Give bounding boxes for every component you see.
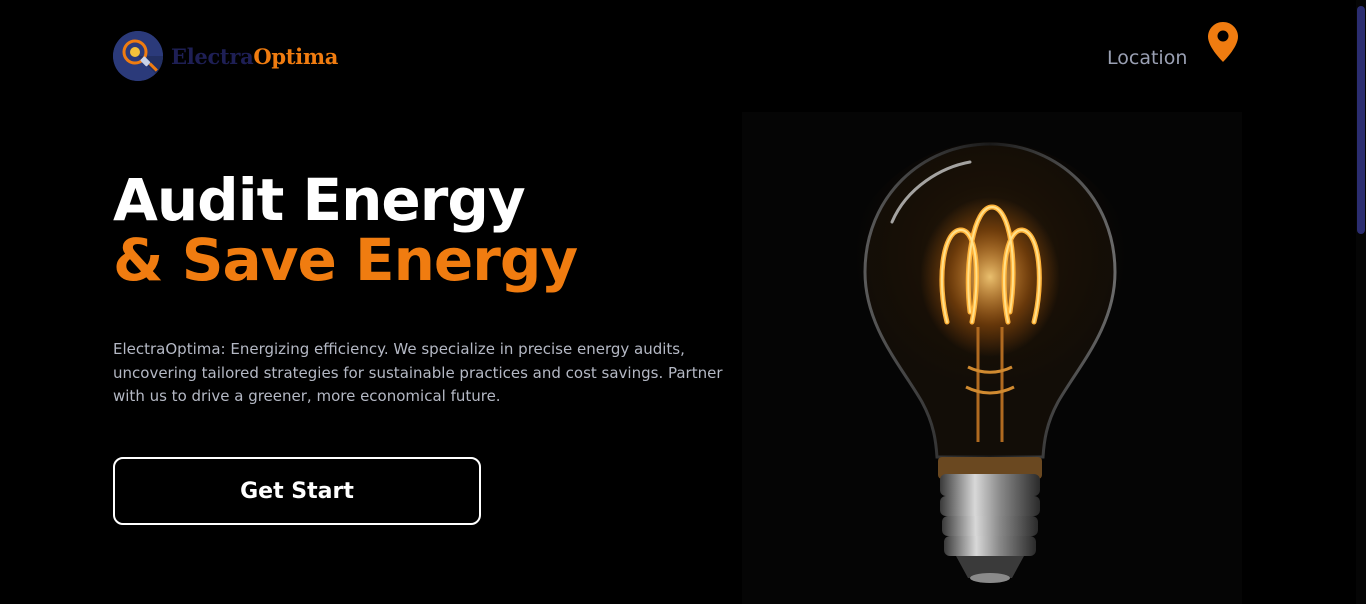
brand-logo[interactable]: ElectraOptima — [113, 31, 338, 81]
scrollbar-thumb[interactable] — [1357, 6, 1365, 234]
location-label: Location — [1107, 47, 1188, 69]
headline-line1: Audit Energy — [113, 166, 526, 234]
get-start-button[interactable]: Get Start — [113, 457, 481, 525]
page-scrollbar[interactable] — [1356, 0, 1366, 604]
map-pin-icon[interactable] — [1207, 21, 1239, 67]
location-link[interactable]: Location — [1107, 22, 1239, 69]
hero-image — [742, 112, 1242, 604]
brand-name-part2: Optima — [253, 43, 339, 69]
bulb-plug-logo-icon — [113, 31, 163, 81]
brand-name: ElectraOptima — [171, 44, 338, 69]
hero-description: ElectraOptima: Energizing efficiency. We… — [113, 340, 723, 405]
hero-headline: Audit Energy & Save Energy — [113, 166, 578, 294]
brand-name-part1: Electra — [171, 43, 254, 69]
headline-line2: & Save Energy — [113, 226, 578, 294]
landing-page: ElectraOptima Location Audit Energy & Sa… — [0, 0, 1366, 604]
